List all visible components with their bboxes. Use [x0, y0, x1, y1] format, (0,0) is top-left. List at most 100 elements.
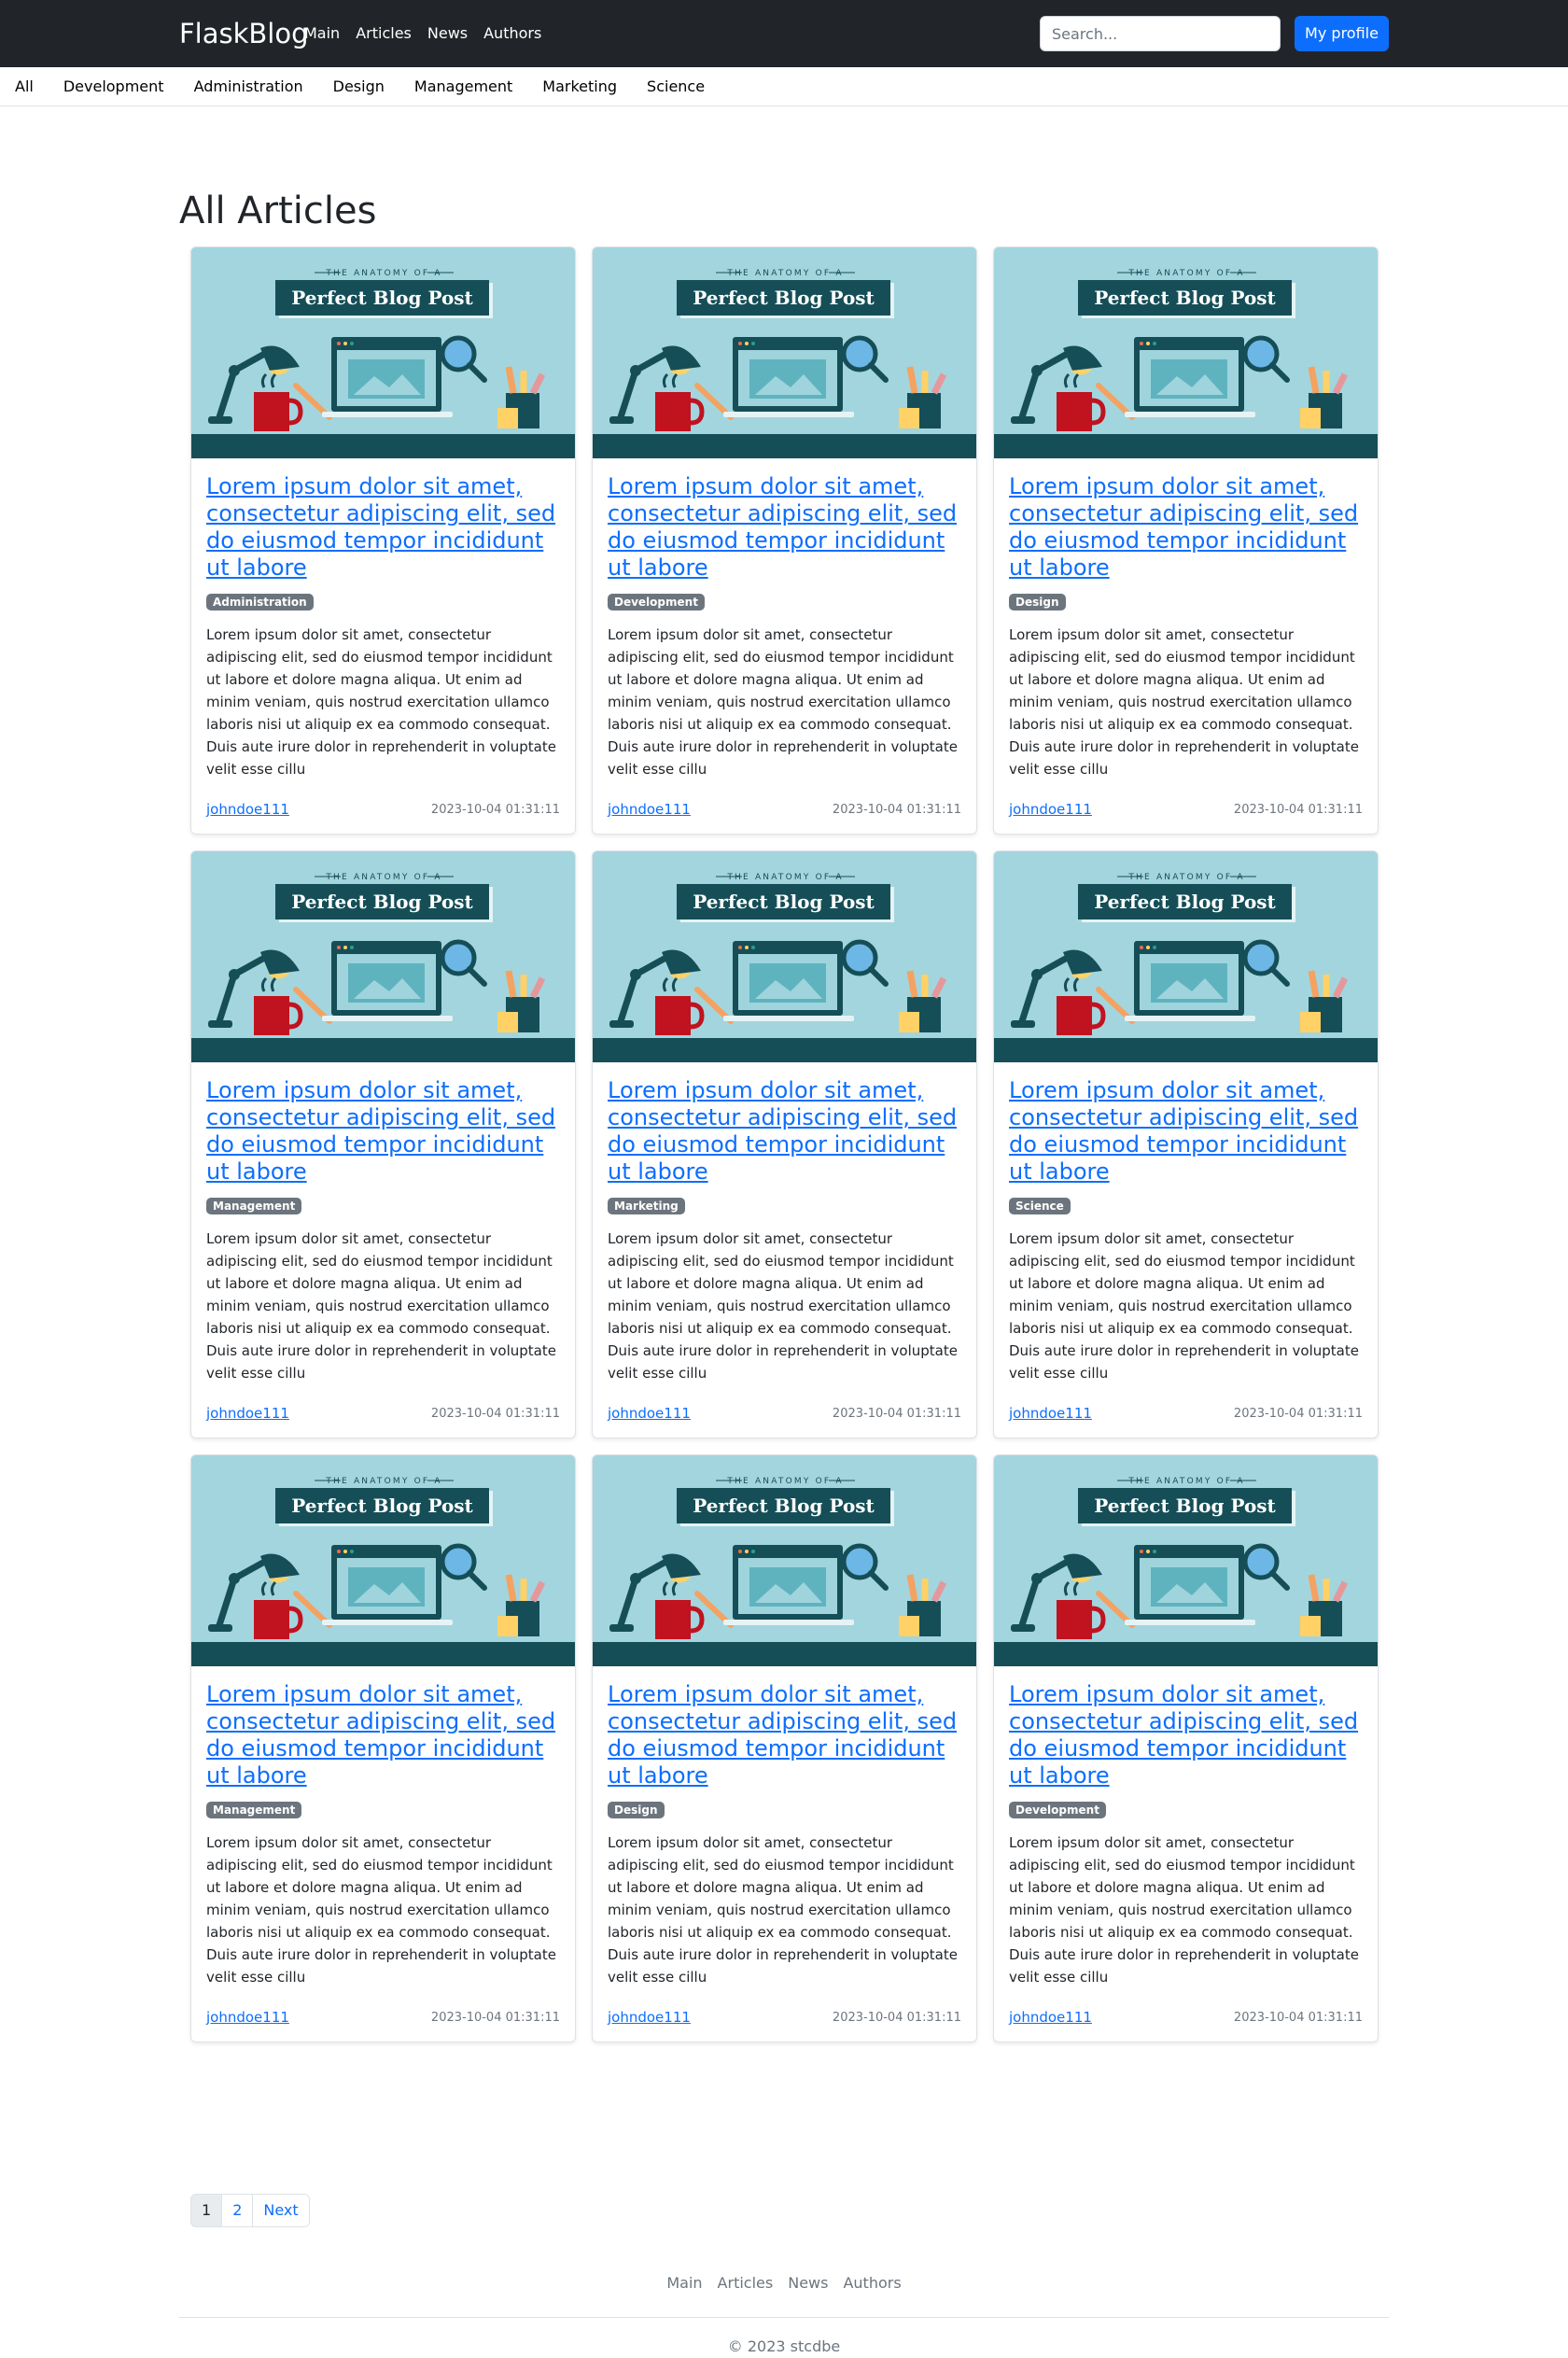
article-card-body: Lorem ipsum dolor sit amet, consectetur …: [593, 458, 976, 834]
article-card-body: Lorem ipsum dolor sit amet, consectetur …: [191, 1062, 575, 1438]
category-badge: Development: [1009, 1802, 1106, 1818]
page-2-link[interactable]: 2: [221, 2194, 254, 2227]
svg-text:THE ANATOMY OF A: THE ANATOMY OF A: [325, 873, 441, 882]
article-grid: THE ANATOMY OF A Perfect Blog Post Lorem…: [190, 246, 1379, 2042]
category-management[interactable]: Management: [414, 76, 512, 98]
article-date: 2023-10-04 01:31:11: [1233, 1406, 1363, 1421]
article-card-body: Lorem ipsum dolor sit amet, consectetur …: [994, 1666, 1378, 2042]
footer-link-main[interactable]: Main: [666, 2272, 702, 2295]
author-link[interactable]: johndoe111: [206, 2009, 289, 2026]
article-card: THE ANATOMY OF A Perfect Blog Post Lorem…: [190, 850, 576, 1439]
article-date: 2023-10-04 01:31:11: [832, 2010, 961, 2025]
article-date: 2023-10-04 01:31:11: [1233, 802, 1363, 817]
svg-text:Perfect Blog Post: Perfect Blog Post: [1094, 891, 1276, 913]
nav-link-news[interactable]: News: [427, 22, 468, 45]
author-link[interactable]: johndoe111: [608, 801, 691, 818]
article-image[interactable]: THE ANATOMY OF A Perfect Blog Post: [994, 1455, 1378, 1666]
article-date: 2023-10-04 01:31:11: [832, 1406, 961, 1421]
brand-link[interactable]: FlaskBlog: [179, 15, 309, 52]
svg-text:THE ANATOMY OF A: THE ANATOMY OF A: [325, 269, 441, 278]
author-link[interactable]: johndoe111: [1009, 1405, 1092, 1422]
article-image[interactable]: THE ANATOMY OF A Perfect Blog Post: [191, 247, 575, 458]
article-image[interactable]: THE ANATOMY OF A Perfect Blog Post: [994, 851, 1378, 1062]
article-excerpt: Lorem ipsum dolor sit amet, consectetur …: [206, 1834, 556, 1986]
page-1-link[interactable]: 1: [190, 2194, 223, 2227]
category-design[interactable]: Design: [333, 76, 385, 98]
article-image[interactable]: THE ANATOMY OF A Perfect Blog Post: [191, 851, 575, 1062]
svg-text:THE ANATOMY OF A: THE ANATOMY OF A: [1127, 269, 1244, 278]
author-link[interactable]: johndoe111: [206, 1405, 289, 1422]
page-title: All Articles: [179, 189, 377, 232]
article-image[interactable]: THE ANATOMY OF A Perfect Blog Post: [994, 247, 1378, 458]
category-administration[interactable]: Administration: [194, 76, 303, 98]
nav-link-authors[interactable]: Authors: [483, 22, 541, 45]
category-badge: Administration: [206, 594, 314, 611]
svg-text:THE ANATOMY OF A: THE ANATOMY OF A: [726, 1477, 843, 1486]
article-date: 2023-10-04 01:31:11: [430, 2010, 560, 2025]
article-card: THE ANATOMY OF A Perfect Blog Post Lorem…: [190, 1454, 576, 2042]
article-card-footer: johndoe111 2023-10-04 01:31:11: [608, 1395, 961, 1438]
category-badge: Management: [206, 1802, 302, 1818]
article-excerpt: Lorem ipsum dolor sit amet, consectetur …: [608, 626, 958, 778]
next-page-link[interactable]: Next: [252, 2194, 310, 2227]
article-card-footer: johndoe111 2023-10-04 01:31:11: [608, 1999, 961, 2042]
category-science[interactable]: Science: [647, 76, 705, 98]
category-badge: Marketing: [608, 1198, 685, 1214]
article-title-link[interactable]: Lorem ipsum dolor sit amet, consectetur …: [1009, 473, 1363, 582]
author-link[interactable]: johndoe111: [608, 2009, 691, 2026]
svg-text:Perfect Blog Post: Perfect Blog Post: [1094, 287, 1276, 309]
footer-link-news[interactable]: News: [788, 2272, 828, 2295]
article-title-link[interactable]: Lorem ipsum dolor sit amet, consectetur …: [608, 1681, 961, 1790]
article-image[interactable]: THE ANATOMY OF A Perfect Blog Post: [593, 247, 976, 458]
svg-text:Perfect Blog Post: Perfect Blog Post: [693, 287, 875, 309]
article-title-link[interactable]: Lorem ipsum dolor sit amet, consectetur …: [206, 1681, 560, 1790]
article-card: THE ANATOMY OF A Perfect Blog Post Lorem…: [190, 246, 576, 835]
article-excerpt: Lorem ipsum dolor sit amet, consectetur …: [608, 1230, 958, 1382]
svg-text:Perfect Blog Post: Perfect Blog Post: [291, 891, 473, 913]
article-title-link[interactable]: Lorem ipsum dolor sit amet, consectetur …: [608, 1077, 961, 1186]
article-title-link[interactable]: Lorem ipsum dolor sit amet, consectetur …: [206, 473, 560, 582]
article-card-body: Lorem ipsum dolor sit amet, consectetur …: [191, 458, 575, 834]
article-card-footer: johndoe111 2023-10-04 01:31:11: [1009, 791, 1363, 834]
article-card-footer: johndoe111 2023-10-04 01:31:11: [206, 1999, 560, 2042]
article-image[interactable]: THE ANATOMY OF A Perfect Blog Post: [593, 851, 976, 1062]
article-card: THE ANATOMY OF A Perfect Blog Post Lorem…: [592, 1454, 977, 2042]
category-all[interactable]: All: [15, 76, 34, 98]
nav-link-main[interactable]: Main: [304, 22, 340, 45]
search-input[interactable]: [1040, 16, 1281, 51]
article-card-footer: johndoe111 2023-10-04 01:31:11: [206, 1395, 560, 1438]
svg-text:THE ANATOMY OF A: THE ANATOMY OF A: [726, 873, 843, 882]
article-excerpt: Lorem ipsum dolor sit amet, consectetur …: [1009, 626, 1359, 778]
copyright: © 2023 stcdbe: [727, 2337, 841, 2355]
category-marketing[interactable]: Marketing: [542, 76, 617, 98]
pagination: 1 2 Next: [190, 2194, 310, 2227]
article-card: THE ANATOMY OF A Perfect Blog Post Lorem…: [592, 850, 977, 1439]
footer-link-articles[interactable]: Articles: [718, 2272, 774, 2295]
article-title-link[interactable]: Lorem ipsum dolor sit amet, consectetur …: [1009, 1681, 1363, 1790]
article-image[interactable]: THE ANATOMY OF A Perfect Blog Post: [191, 1455, 575, 1666]
author-link[interactable]: johndoe111: [206, 801, 289, 818]
category-development[interactable]: Development: [63, 76, 164, 98]
nav-link-articles[interactable]: Articles: [356, 22, 412, 45]
article-excerpt: Lorem ipsum dolor sit amet, consectetur …: [206, 1230, 556, 1382]
my-profile-button[interactable]: My profile: [1295, 16, 1389, 51]
article-card-footer: johndoe111 2023-10-04 01:31:11: [1009, 1999, 1363, 2042]
svg-text:Perfect Blog Post: Perfect Blog Post: [291, 1495, 473, 1517]
article-card-footer: johndoe111 2023-10-04 01:31:11: [206, 791, 560, 834]
article-title-link[interactable]: Lorem ipsum dolor sit amet, consectetur …: [1009, 1077, 1363, 1186]
author-link[interactable]: johndoe111: [1009, 2009, 1092, 2026]
article-card-body: Lorem ipsum dolor sit amet, consectetur …: [593, 1062, 976, 1438]
article-card-footer: johndoe111 2023-10-04 01:31:11: [1009, 1395, 1363, 1438]
article-image[interactable]: THE ANATOMY OF A Perfect Blog Post: [593, 1455, 976, 1666]
article-title-link[interactable]: Lorem ipsum dolor sit amet, consectetur …: [608, 473, 961, 582]
article-card: THE ANATOMY OF A Perfect Blog Post Lorem…: [993, 850, 1379, 1439]
footer-link-authors[interactable]: Authors: [843, 2272, 901, 2295]
author-link[interactable]: johndoe111: [1009, 801, 1092, 818]
svg-text:THE ANATOMY OF A: THE ANATOMY OF A: [1127, 873, 1244, 882]
author-link[interactable]: johndoe111: [608, 1405, 691, 1422]
category-badge: Science: [1009, 1198, 1071, 1214]
article-date: 2023-10-04 01:31:11: [832, 802, 961, 817]
svg-text:Perfect Blog Post: Perfect Blog Post: [693, 891, 875, 913]
article-title-link[interactable]: Lorem ipsum dolor sit amet, consectetur …: [206, 1077, 560, 1186]
article-date: 2023-10-04 01:31:11: [430, 802, 560, 817]
